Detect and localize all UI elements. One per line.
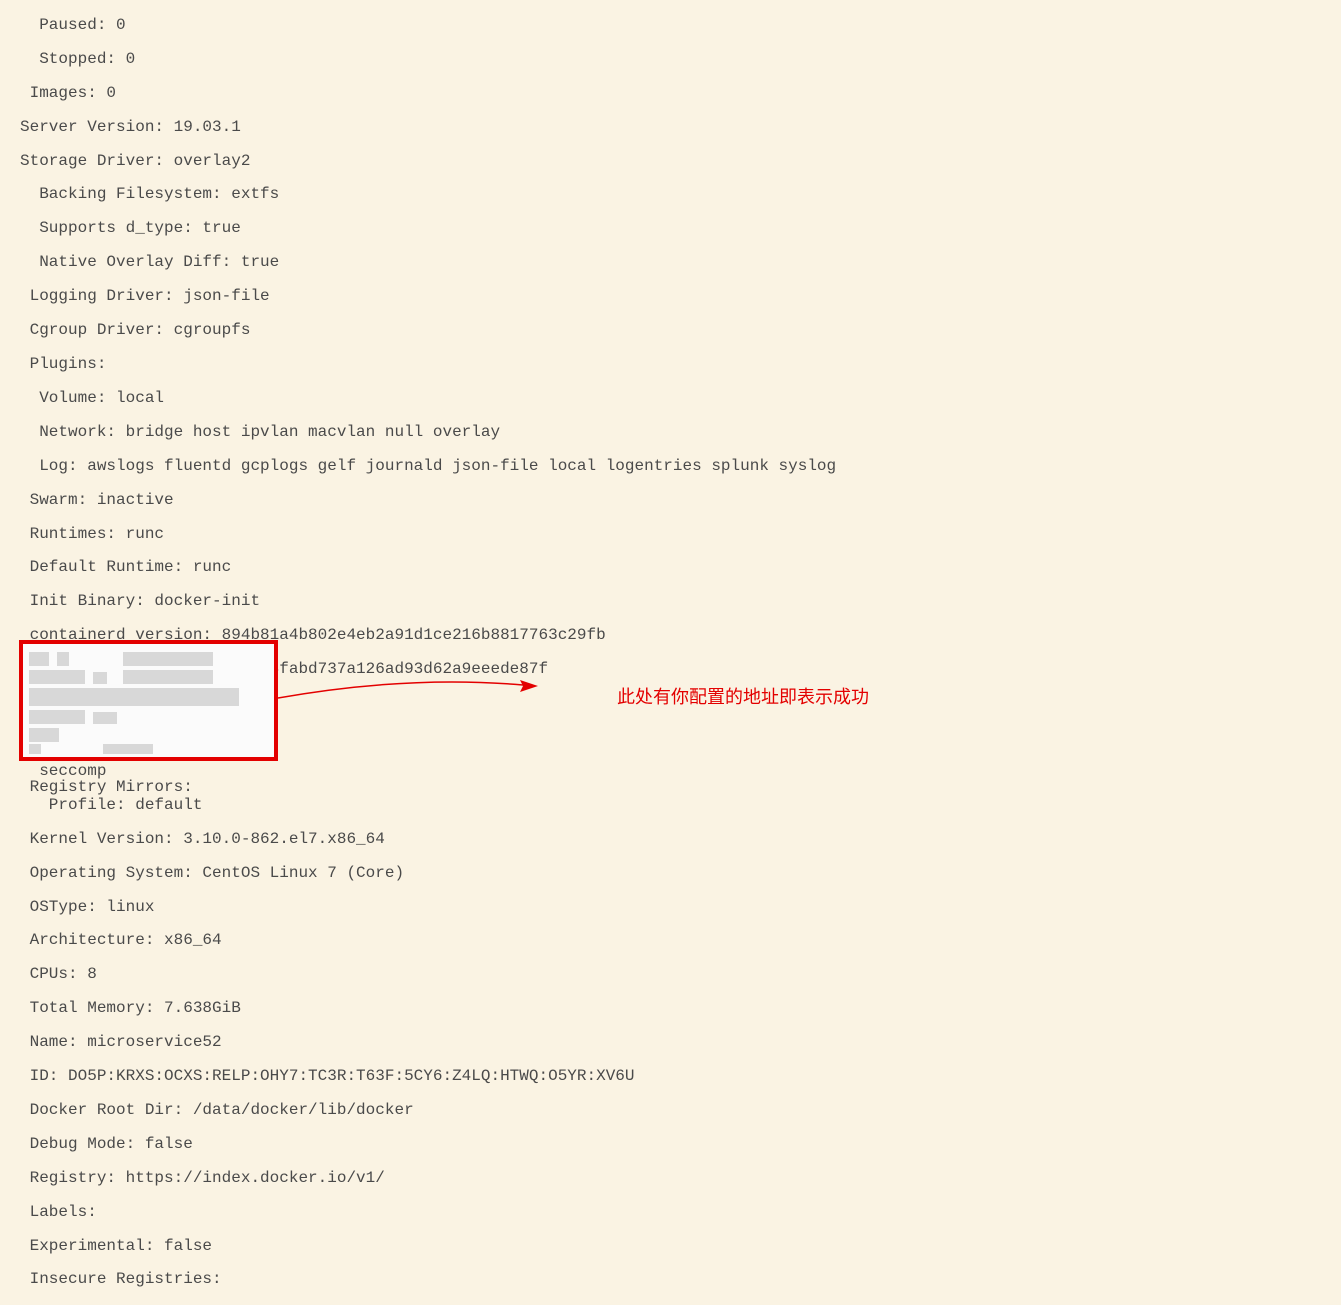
terminal-line: Registry: https://index.docker.io/v1/ (20, 1170, 1321, 1187)
terminal-line: Logging Driver: json-file (20, 288, 1321, 305)
terminal-line: Backing Filesystem: extfs (20, 186, 1321, 203)
terminal-line: Total Memory: 7.638GiB (20, 1000, 1321, 1017)
annotation-label: 此处有你配置的地址即表示成功 (617, 688, 869, 707)
terminal-line: Init Binary: docker-init (20, 593, 1321, 610)
terminal-line: Runtimes: runc (20, 526, 1321, 543)
terminal-line: Experimental: false (20, 1238, 1321, 1255)
terminal-final-line: Registry Mirrors: (20, 762, 193, 813)
terminal-line: Native Overlay Diff: true (20, 254, 1321, 271)
terminal-line: Default Runtime: runc (20, 559, 1321, 576)
terminal-line: CPUs: 8 (20, 966, 1321, 983)
terminal-line: Plugins: (20, 356, 1321, 373)
terminal-line: Profile: default (20, 797, 1321, 814)
terminal-line: Labels: (20, 1204, 1321, 1221)
terminal-line: Kernel Version: 3.10.0-862.el7.x86_64 (20, 831, 1321, 848)
terminal-line: OSType: linux (20, 899, 1321, 916)
terminal-line: Registry Mirrors: (20, 779, 193, 796)
terminal-line: Network: bridge host ipvlan macvlan null… (20, 424, 1321, 441)
terminal-line: Log: awslogs fluentd gcplogs gelf journa… (20, 458, 1321, 475)
terminal-line: Cgroup Driver: cgroupfs (20, 322, 1321, 339)
terminal-line: Swarm: inactive (20, 492, 1321, 509)
redacted-registries-box (19, 640, 278, 761)
terminal-line: Docker Root Dir: /data/docker/lib/docker (20, 1102, 1321, 1119)
terminal-line: ID: DO5P:KRXS:OCXS:RELP:OHY7:TC3R:T63F:5… (20, 1068, 1321, 1085)
terminal-line: Architecture: x86_64 (20, 932, 1321, 949)
terminal-line: Images: 0 (20, 85, 1321, 102)
terminal-line: Paused: 0 (20, 17, 1321, 34)
terminal-line: Name: microservice52 (20, 1034, 1321, 1051)
terminal-line: Volume: local (20, 390, 1321, 407)
terminal-line: Stopped: 0 (20, 51, 1321, 68)
redacted-content (23, 644, 274, 757)
terminal-line: Operating System: CentOS Linux 7 (Core) (20, 865, 1321, 882)
terminal-line: seccomp (20, 763, 1321, 780)
terminal-line: Supports d_type: true (20, 220, 1321, 237)
terminal-line: Insecure Registries: (20, 1271, 1321, 1288)
terminal-line: Server Version: 19.03.1 (20, 119, 1321, 136)
terminal-line: Storage Driver: overlay2 (20, 153, 1321, 170)
terminal-line: Debug Mode: false (20, 1136, 1321, 1153)
